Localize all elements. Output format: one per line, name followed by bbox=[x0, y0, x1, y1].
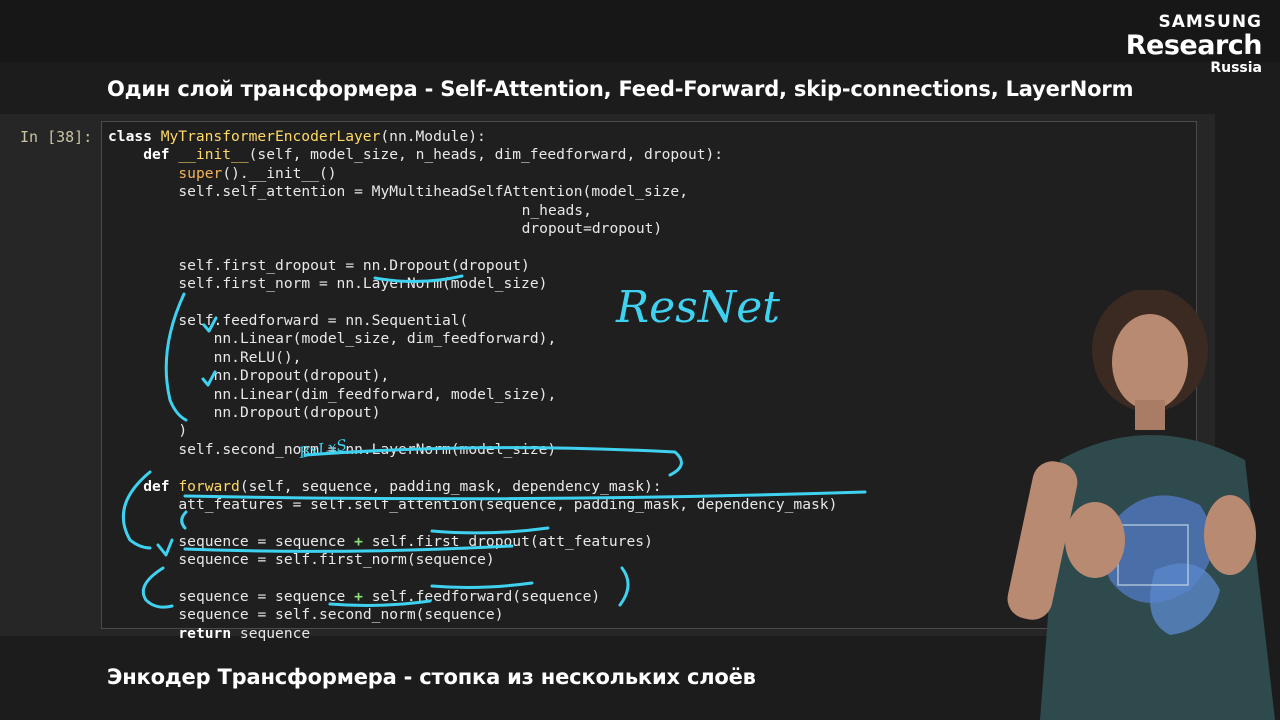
code-token: sequence = sequence bbox=[178, 532, 355, 550]
code-token: super bbox=[178, 164, 223, 182]
code-line: sequence = self.first_norm(sequence) bbox=[178, 551, 494, 569]
code-line: n_heads, bbox=[522, 202, 592, 220]
code-token: (self, model_size, n_heads, dim_feedforw… bbox=[248, 146, 724, 164]
code-line: return sequence bbox=[178, 625, 310, 643]
code-line: nn.Dropout(dropout) bbox=[214, 404, 381, 422]
code-token: self.first_norm = nn.LayerNorm(model_siz… bbox=[178, 275, 548, 293]
code-token: __init__ bbox=[178, 146, 249, 164]
logo-line-samsung: SAMSUNG bbox=[1158, 12, 1262, 32]
code-line: nn.Linear(model_size, dim_feedforward), bbox=[214, 330, 557, 348]
code-token: MyTransformerEncoderLayer bbox=[160, 128, 381, 145]
samsung-research-logo: SAMSUNG Research Russia bbox=[1125, 12, 1263, 76]
code-token: (nn.Module): bbox=[380, 128, 486, 145]
code-token: nn.Dropout(dropout), bbox=[213, 367, 390, 385]
code-line: super().__init__() bbox=[178, 165, 336, 183]
code-token: def bbox=[143, 477, 179, 495]
code-token: self.first_dropout = nn.Dropout(dropout) bbox=[178, 256, 530, 274]
code-token: nn.Linear(model_size, dim_feedforward), bbox=[213, 330, 557, 348]
code-token: (self, sequence, padding_mask, dependenc… bbox=[239, 477, 662, 495]
code-token: + bbox=[354, 588, 363, 605]
code-token: self.self_attention = MyMultiheadSelfAtt… bbox=[178, 183, 688, 201]
code-token: self.first_dropout(att_features) bbox=[362, 532, 653, 550]
logo-line-research: Research bbox=[1125, 30, 1263, 61]
code-token: n_heads, bbox=[521, 201, 592, 219]
code-line: nn.ReLU(), bbox=[214, 349, 302, 367]
logo-line-russia: Russia bbox=[1210, 60, 1262, 76]
bottom-slide-title: Энкодер Трансформера - стопка из несколь… bbox=[107, 665, 756, 689]
code-line: self.first_dropout = nn.Dropout(dropout) bbox=[178, 257, 529, 275]
code-token: sequence = sequence bbox=[178, 588, 355, 605]
code-line: dropout=dropout) bbox=[522, 220, 663, 238]
cell-prompt: In [38]: bbox=[20, 128, 93, 146]
code-line: self.second_norm = nn.LayerNorm(model_si… bbox=[178, 441, 556, 459]
code-line: sequence = sequence + self.first_dropout… bbox=[178, 533, 652, 551]
code-token: att_features = self.self_attention(seque… bbox=[178, 496, 838, 513]
code-token: + bbox=[354, 532, 363, 550]
code-token: ().__init__() bbox=[222, 164, 337, 182]
code-token: sequence bbox=[239, 624, 311, 642]
code-token: self.feedforward = nn.Sequential( bbox=[178, 312, 469, 329]
code-token: dropout=dropout) bbox=[521, 220, 663, 237]
slide-title: Один слой трансформера - Self-Attention,… bbox=[107, 77, 1134, 101]
code-token: nn.Dropout(dropout) bbox=[213, 404, 381, 421]
code-line: def __init__(self, model_size, n_heads, … bbox=[143, 146, 723, 164]
code-line: att_features = self.self_attention(seque… bbox=[178, 496, 837, 514]
code-token: class bbox=[108, 128, 161, 145]
code-token: return bbox=[178, 624, 240, 642]
code-line: def forward(self, sequence, padding_mask… bbox=[143, 478, 661, 496]
code-token: forward bbox=[178, 477, 240, 495]
code-token: self.feedforward(sequence) bbox=[362, 588, 601, 605]
code-line: self.feedforward = nn.Sequential( bbox=[178, 312, 468, 330]
code-line: nn.Linear(dim_feedforward, model_size), bbox=[214, 386, 557, 404]
code-token: ) bbox=[178, 422, 188, 440]
code-line: ) bbox=[178, 422, 187, 440]
code-line: nn.Dropout(dropout), bbox=[214, 367, 390, 385]
code-line: class MyTransformerEncoderLayer(nn.Modul… bbox=[108, 128, 486, 146]
code-token: self.second_norm = nn.LayerNorm(model_si… bbox=[178, 440, 557, 458]
code-token: nn.ReLU(), bbox=[213, 348, 302, 366]
code-line: self.first_norm = nn.LayerNorm(model_siz… bbox=[178, 275, 547, 293]
code-token: sequence = self.second_norm(sequence) bbox=[178, 606, 504, 624]
code-token: def bbox=[143, 146, 179, 164]
code-token: sequence = self.first_norm(sequence) bbox=[178, 551, 495, 569]
code-line: self.self_attention = MyMultiheadSelfAtt… bbox=[178, 183, 688, 201]
presenter-figure bbox=[1007, 290, 1275, 720]
code-token: nn.Linear(dim_feedforward, model_size), bbox=[213, 385, 557, 403]
code-line: sequence = sequence + self.feedforward(s… bbox=[178, 588, 600, 606]
code-line: sequence = self.second_norm(sequence) bbox=[178, 606, 503, 624]
top-band bbox=[0, 0, 1280, 62]
